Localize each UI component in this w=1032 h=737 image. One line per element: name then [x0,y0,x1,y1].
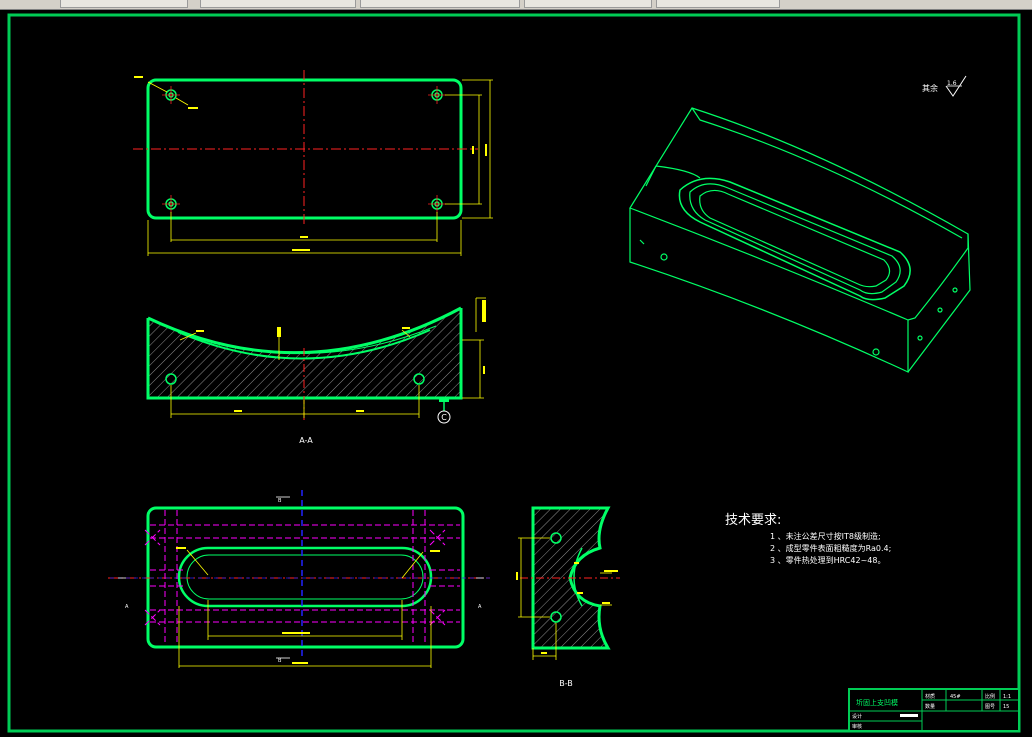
section-b-b: B-B [516,506,620,688]
roughness-value: 1.6 [947,80,957,87]
cut-mark-a-right: A [478,604,482,610]
document-tab[interactable] [200,0,356,8]
document-tab[interactable] [360,0,520,8]
cut-mark-a-left: A [125,604,129,610]
svg-text:设计: 设计 [852,713,862,720]
slot-outline [177,546,433,608]
datum-c-label: C [441,413,447,422]
svg-text:比例: 比例 [985,693,995,700]
document-tab[interactable] [524,0,652,8]
svg-text:15: 15 [1003,704,1009,710]
cad-drawing-canvas[interactable]: C A-A B B A A B-B 其余 1.6 技术要求: 1 、未注公差尺寸… [0,9,1032,737]
svg-text:图号: 图号 [985,704,995,710]
svg-text:45#: 45# [950,694,961,700]
tech-item: 1 、未注公差尺寸按IT8级制造; [770,531,881,541]
document-tab[interactable] [60,0,188,8]
top-view-dimensions [147,79,493,256]
document-tab[interactable] [656,0,780,8]
section-bb-label: B-B [559,679,573,688]
svg-text:材质: 材质 [925,693,935,700]
part-name: 圻固上支凹模 [856,698,898,707]
roughness-symbol: 其余 1.6 [922,75,967,97]
tech-title: 技术要求: [725,513,781,528]
plan-view: B B A A [108,490,490,668]
technical-requirements: 技术要求: 1 、未注公差尺寸按IT8级制造; 2 、成型零件表面粗糙度为Ra0… [725,513,891,565]
top-view [133,70,493,256]
cut-mark-b-top: B [278,498,282,504]
isometric-view [629,107,971,373]
svg-text:审核: 审核 [852,723,862,730]
svg-text:数量: 数量 [925,703,935,710]
cut-mark-b-bottom: B [278,658,282,664]
svg-text:1:1: 1:1 [1003,694,1011,700]
title-block: 圻固上支凹模 材质 45# 比例 1:1 数量 图号 15 设计 审核 [848,688,1020,732]
tech-item: 3 、零件热处理到HRC42~48。 [770,555,885,565]
tech-item: 2 、成型零件表面粗糙度为Ra0.4; [770,543,891,553]
section-a-a: C A-A [146,297,486,445]
section-aa-label: A-A [299,436,313,445]
roughness-label: 其余 [922,83,938,93]
